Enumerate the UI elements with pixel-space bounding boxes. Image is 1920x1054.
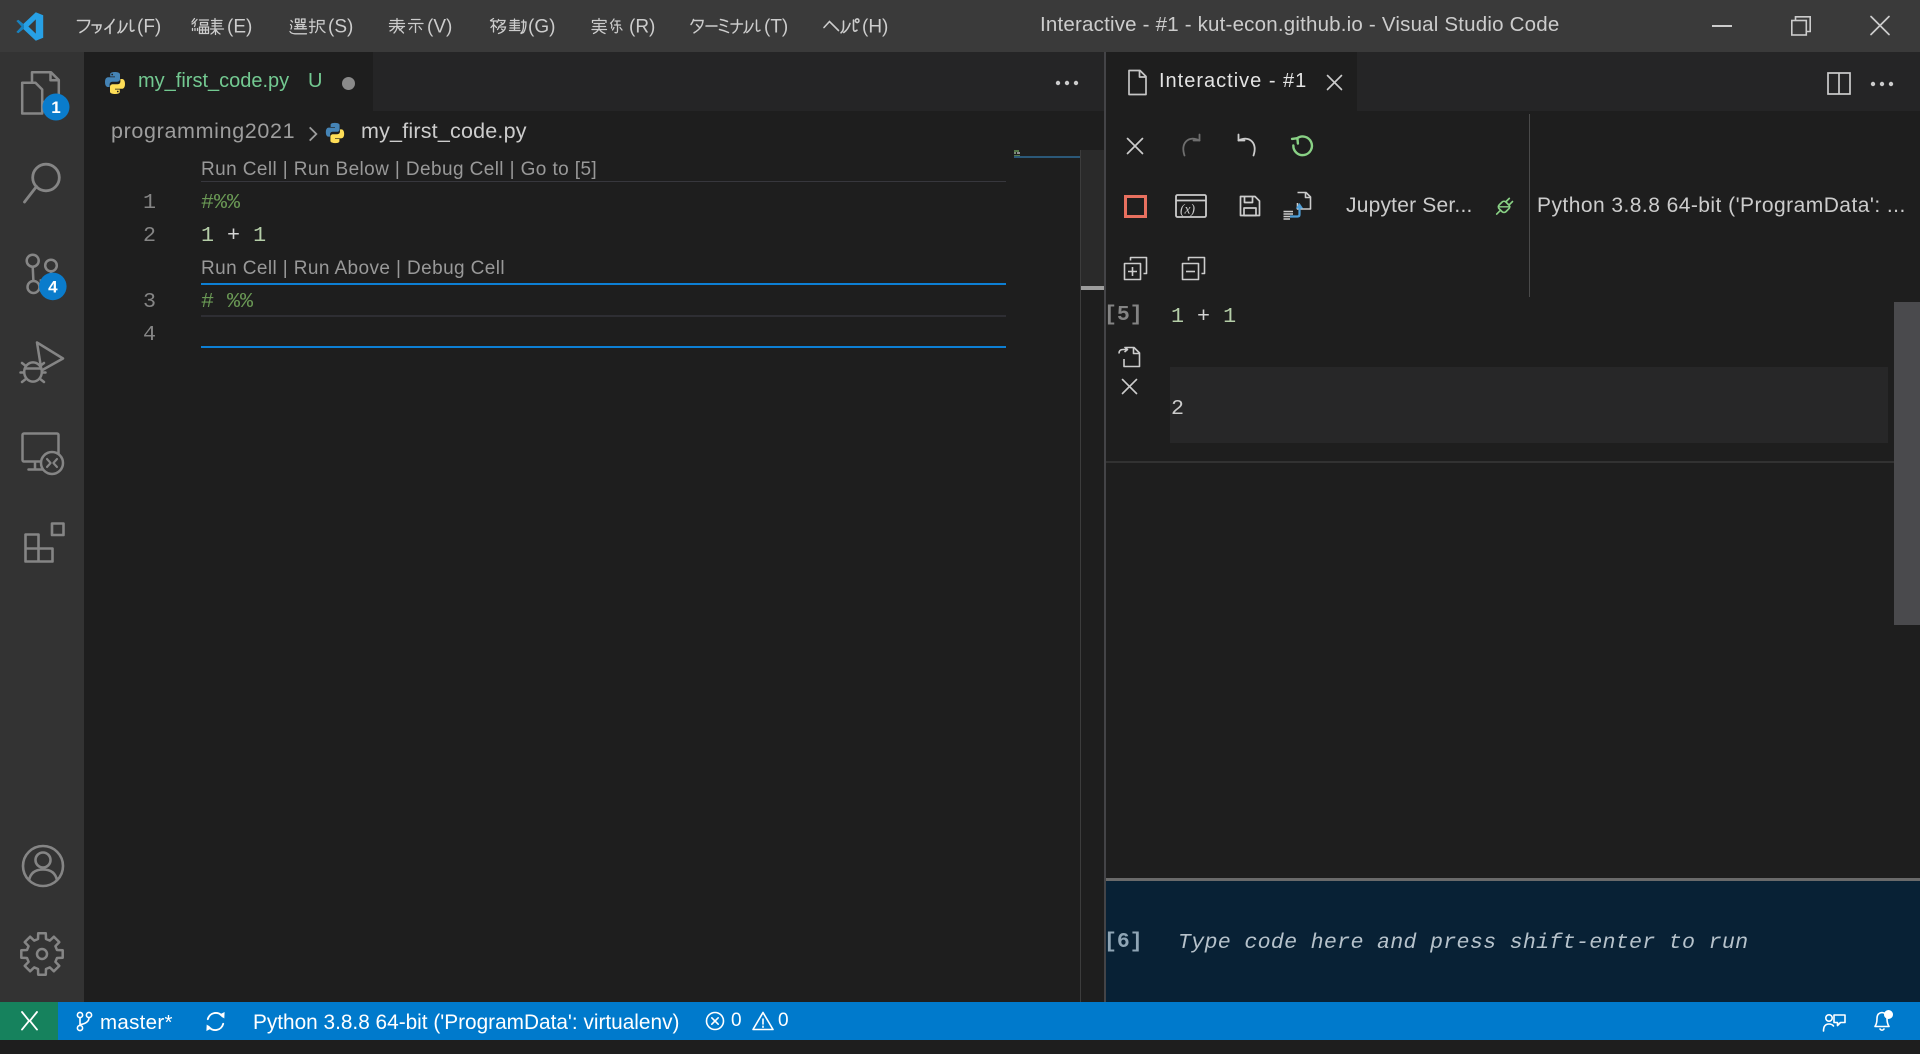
- svg-text:(V): (V): [427, 17, 452, 38]
- svg-text:4: 4: [48, 278, 58, 297]
- svg-text:(G): (G): [528, 17, 555, 38]
- svg-text:(T): (T): [764, 17, 788, 38]
- svg-text:(x): (x): [1180, 202, 1195, 217]
- svg-text:(E): (E): [227, 17, 252, 38]
- svg-text:1: 1: [51, 98, 60, 117]
- svg-text:(H): (H): [862, 17, 888, 38]
- svg-text:(S): (S): [328, 17, 353, 38]
- svg-text:(F): (F): [137, 17, 161, 38]
- svg-text:(R): (R): [629, 17, 655, 38]
